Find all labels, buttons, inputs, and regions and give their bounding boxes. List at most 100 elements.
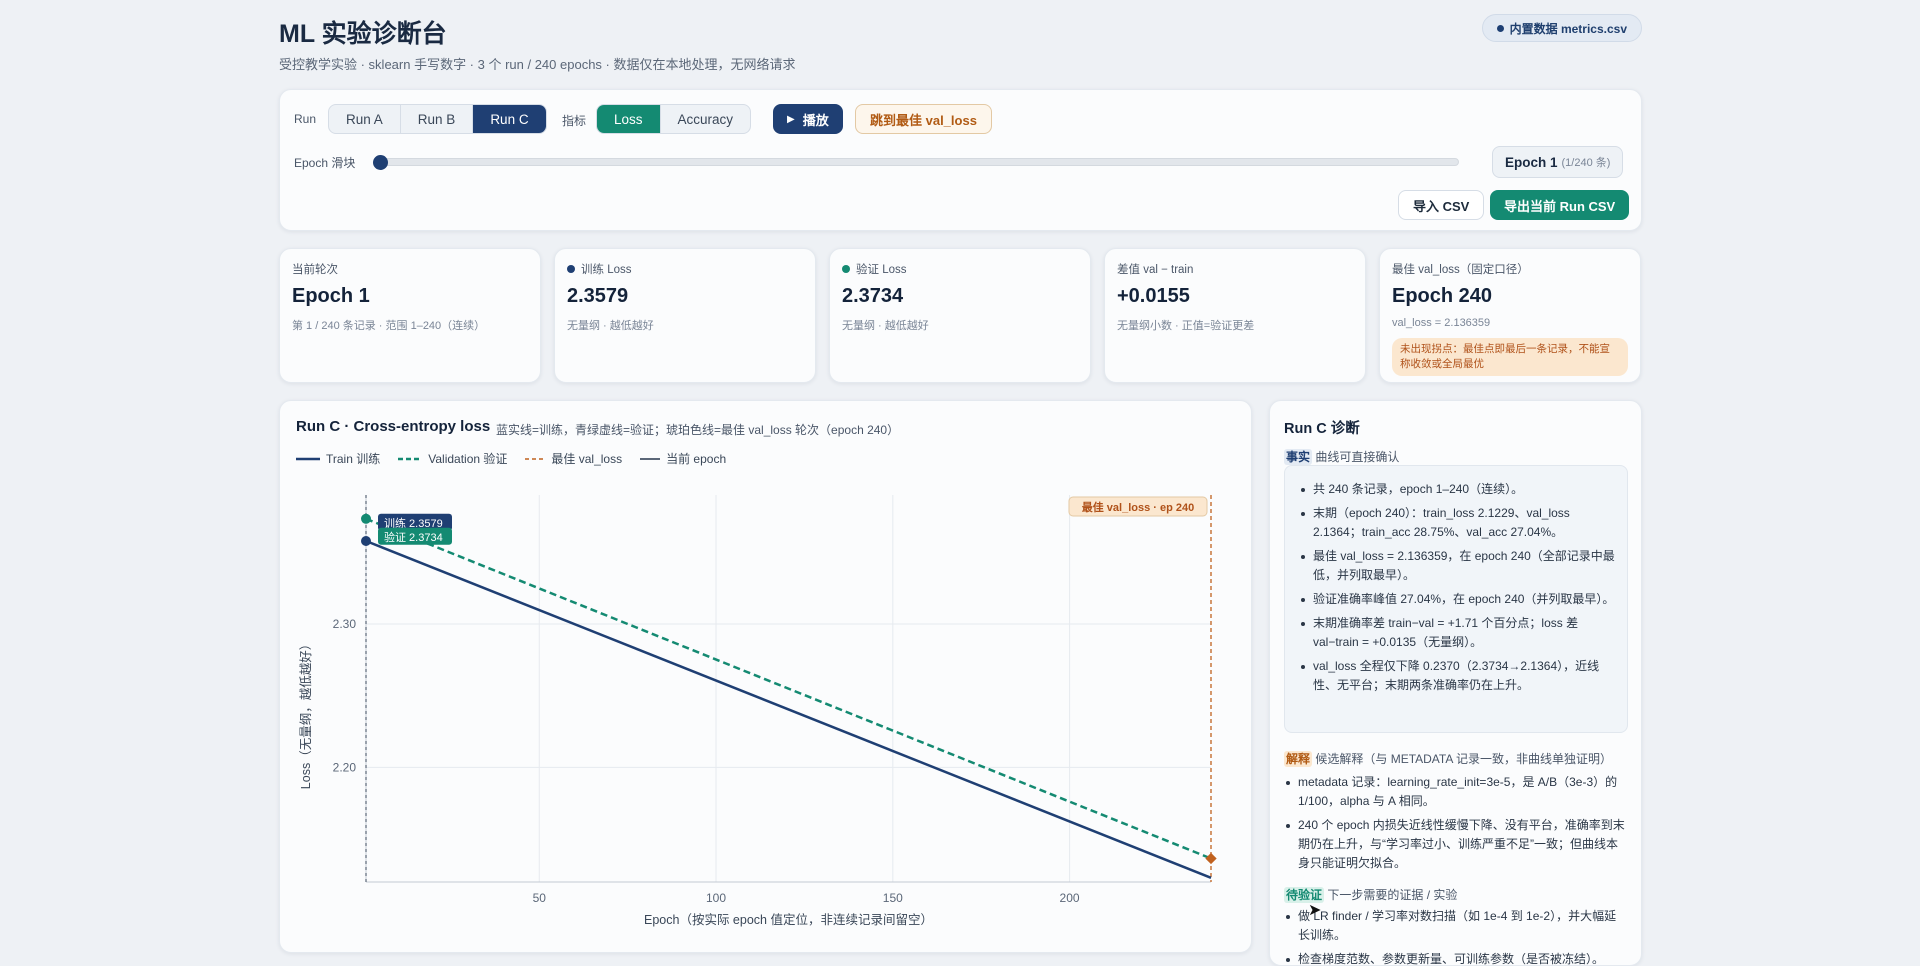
run-selector: Run A Run B Run C [328, 104, 547, 134]
metric-accuracy-button[interactable]: Accuracy [661, 105, 751, 133]
metric-label: 指标 [562, 114, 587, 128]
stat-card-gap: 差值 val − train +0.0155 无量纲小数 · 正值=验证更差 [1104, 248, 1366, 383]
stat-card-current-epoch: 当前轮次 Epoch 1 第 1 / 240 条记录 · 范围 1–240（连续… [279, 248, 541, 383]
run-label: Run [294, 112, 317, 126]
mouse-cursor-icon: ➤ [1308, 902, 1322, 919]
val-dot-icon [842, 265, 850, 273]
legend-item-current: 当前 epoch [640, 450, 726, 467]
y-axis-label: Loss（无量纲，越低越好） [299, 638, 313, 789]
y-tick-label: 2.30 [333, 617, 357, 631]
explanation-item: 240 个 epoch 内损失近线性缓慢下降、没有平台，准确率到末期仍在上升，与… [1284, 816, 1628, 873]
stat-sub: 第 1 / 240 条记录 · 范围 1–240（连续） [292, 320, 486, 332]
stat-card-val-loss: 验证 Loss 2.3734 无量纲 · 越低越好 [829, 248, 1091, 383]
x-tick-label: 100 [706, 891, 726, 905]
explanation-item: metadata 记录：learning_rate_init=3e-5，是 A/… [1284, 773, 1628, 811]
play-label: 播放 [802, 112, 829, 128]
verify-list: 做 LR finder / 学习率对数扫描（如 1e-4 到 1e-2），并大幅… [1284, 907, 1628, 965]
fact-item: 验证准确率峰值 27.04%，在 epoch 240（并列取最早）。 [1299, 590, 1619, 609]
train-value-tag: 训练 2.3579 [384, 516, 443, 530]
stat-label: 验证 Loss [842, 261, 907, 277]
metric-selector: Loss Accuracy [596, 104, 752, 134]
val-value-tag: 验证 2.3734 [384, 530, 443, 544]
stat-label-text: 差值 val − train [1117, 264, 1194, 276]
stat-sub: 无量纲小数 · 正值=验证更差 [1117, 320, 1255, 332]
loss-chart[interactable]: 50 100 150 200 2.20 2.30 Epoch（按实际 epoch 值定位，非… [280, 471, 1253, 951]
facts-tag: 事实 [1284, 449, 1313, 465]
stat-card-train-loss: 训练 Loss 2.3579 无量纲 · 越低越好 [554, 248, 816, 383]
legend-item-best: 最佳 val_loss [525, 450, 622, 467]
stat-label-text: 验证 Loss [856, 264, 907, 276]
stat-value: +0.0155 [1117, 285, 1190, 307]
epoch-slider-thumb[interactable] [373, 155, 388, 170]
chart-title: Run C · Cross-entropy loss [296, 418, 491, 435]
jump-best-button[interactable]: 跳到最佳 val_loss [855, 104, 992, 134]
run-c-button[interactable]: Run C [473, 105, 546, 133]
explanation-header: 解释 候选解释（与 METADATA 记录一致，非曲线单独证明） [1284, 750, 1612, 767]
import-csv-button[interactable]: 导入 CSV [1398, 190, 1485, 220]
explanation-head: 候选解释（与 METADATA 记录一致，非曲线单独证明） [1315, 752, 1613, 766]
verify-item: 做 LR finder / 学习率对数扫描（如 1e-4 到 1e-2），并大幅… [1284, 907, 1628, 945]
best-label: 最佳 val_loss · ep 240 [1082, 500, 1195, 514]
stat-label: 差值 val − train [1117, 261, 1193, 277]
page-title: ML 实验诊断台 [279, 20, 447, 48]
stat-label-text: 最佳 val_loss（固定口径） [1392, 264, 1529, 276]
y-tick-label: 2.20 [333, 760, 357, 774]
fact-item: val_loss 全程仅下降 0.2370（2.3734→2.1364），近线性… [1299, 657, 1619, 695]
legend-label: 最佳 val_loss [551, 452, 623, 466]
train-current-point [361, 536, 371, 547]
stat-label: 当前轮次 [292, 261, 338, 277]
epoch-slider-track[interactable] [379, 158, 1459, 166]
stat-value: 2.3579 [567, 285, 629, 307]
page-header: ML 实验诊断台 受控教学实验 · sklearn 手写数字 · 3 个 run… [279, 14, 1642, 74]
export-csv-button[interactable]: 导出当前 Run CSV [1490, 190, 1630, 220]
facts-box: 共 240 条记录，epoch 1–240（连续）。 末期（epoch 240）：… [1284, 465, 1628, 733]
run-a-button[interactable]: Run A [329, 105, 401, 133]
verify-item: 检查梯度范数、参数更新量、可训练参数（是否被冻结）。 [1284, 950, 1628, 965]
x-tick-label: 50 [533, 891, 547, 905]
fact-item: 共 240 条记录，epoch 1–240（连续）。 [1299, 480, 1619, 499]
stat-value: Epoch 1 [292, 285, 370, 307]
warning-badge: 未出现拐点：最佳点即最后一条记录，不能宣称收敛或全局最优 [1392, 338, 1628, 376]
diagnosis-title: Run C 诊断 [1284, 421, 1360, 437]
train-loss-line [365, 539, 1212, 880]
epoch-indicator: Epoch 1 (1/240 条) [1492, 146, 1624, 178]
stat-label: 训练 Loss [567, 261, 632, 277]
epoch-indicator-count: (1/240 条) [1561, 157, 1611, 169]
slider-label: Epoch 滑块 [294, 156, 356, 170]
stat-value: Epoch 240 [1392, 285, 1493, 307]
stat-sub: 无量纲 · 越低越好 [842, 320, 929, 332]
epoch-indicator-value: Epoch 1 [1505, 154, 1558, 170]
chart-panel: Run C · Cross-entropy loss 蓝实线=训练，青绿虚线=验… [279, 400, 1252, 953]
diagnosis-panel: Run C 诊断 事实 曲线可直接确认 共 240 条记录，epoch 1–24… [1269, 400, 1642, 966]
stat-sub: val_loss = 2.136359 [1392, 317, 1491, 329]
play-button[interactable]: ▶ 播放 [773, 104, 843, 134]
metric-loss-button[interactable]: Loss [597, 105, 661, 133]
play-icon: ▶ [787, 113, 795, 125]
stat-label-text: 当前轮次 [292, 264, 338, 276]
stat-label-text: 训练 Loss [581, 264, 632, 276]
page-subtitle: 受控教学实验 · sklearn 手写数字 · 3 个 run / 240 ep… [279, 57, 796, 72]
status-dot-icon [1496, 24, 1504, 32]
legend-label: Train 训练 [326, 452, 381, 466]
data-source-badge: 内置数据 metrics.csv [1481, 14, 1642, 42]
stat-card-best-val: 最佳 val_loss（固定口径） Epoch 240 val_loss = 2… [1379, 248, 1641, 383]
stat-sub: 无量纲 · 越低越好 [567, 320, 654, 332]
val-loss-line [365, 517, 1212, 860]
stat-label: 最佳 val_loss（固定口径） [1392, 261, 1529, 277]
legend-label: Validation 验证 [428, 452, 508, 466]
run-b-button[interactable]: Run B [401, 105, 474, 133]
x-tick-label: 200 [1060, 891, 1080, 905]
val-current-point [361, 513, 371, 524]
facts-list: 共 240 条记录，epoch 1–240（连续）。 末期（epoch 240）：… [1299, 480, 1619, 700]
train-dot-icon [567, 265, 575, 273]
explanation-list: metadata 记录：learning_rate_init=3e-5，是 A/… [1284, 773, 1628, 878]
best-val-marker [1205, 852, 1217, 865]
chart-note: 蓝实线=训练，青绿虚线=验证；琥珀色线=最佳 val_loss 轮次（epoch… [496, 423, 900, 437]
x-tick-label: 150 [883, 891, 903, 905]
stat-value: 2.3734 [842, 285, 904, 307]
x-axis-label: Epoch（按实际 epoch 值定位，非连续记录间留空） [644, 912, 933, 927]
legend-label: 当前 epoch [666, 452, 727, 466]
chart-legend: Train 训练 Validation 验证 最佳 val_loss 当前 ep… [296, 450, 726, 467]
verify-head: 下一步需要的证据 / 实验 [1327, 888, 1458, 902]
facts-head: 曲线可直接确认 [1315, 450, 1400, 464]
